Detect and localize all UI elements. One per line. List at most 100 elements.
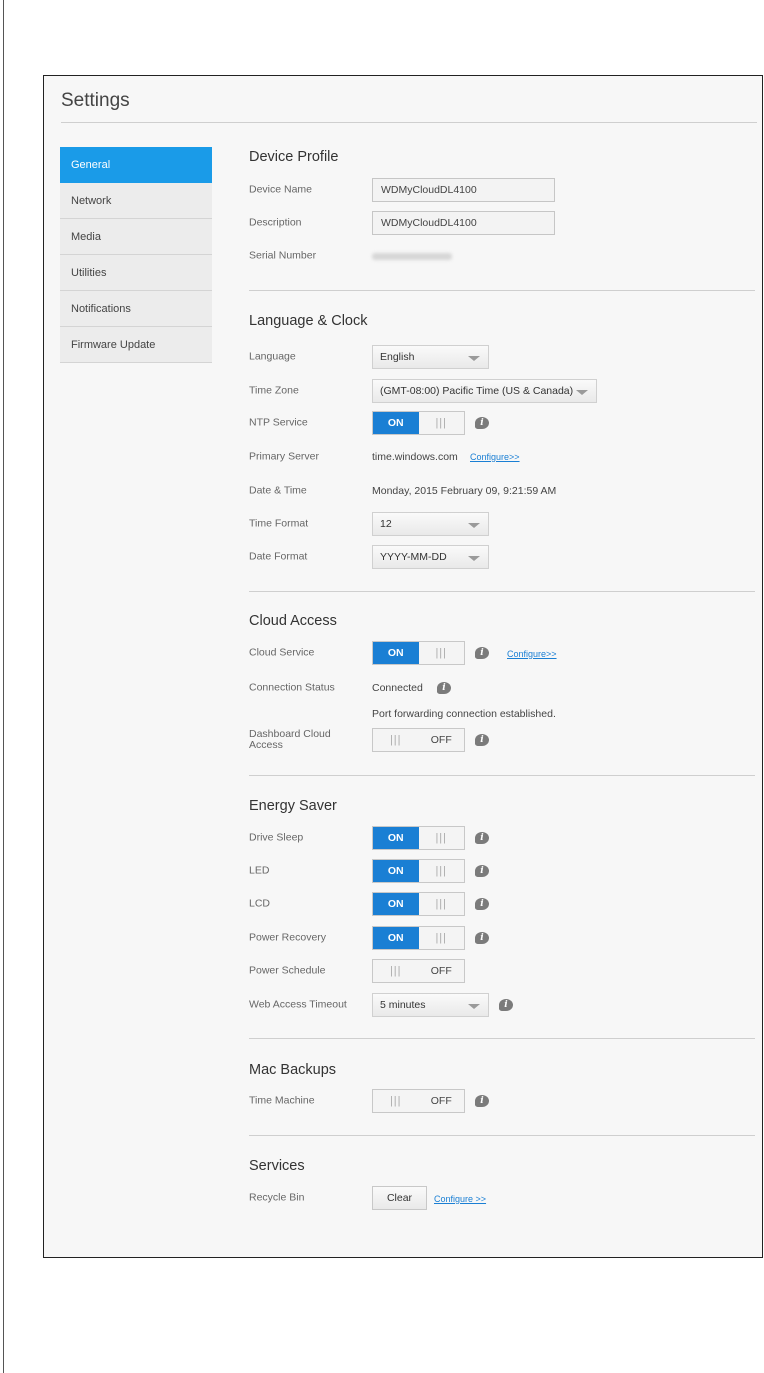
section-divider bbox=[249, 290, 755, 291]
lcd-row: LCD ON ||| i bbox=[249, 892, 755, 916]
info-icon[interactable]: i bbox=[475, 647, 489, 659]
time-format-label: Time Format bbox=[249, 517, 309, 530]
serial-number-redacted bbox=[372, 253, 452, 260]
chevron-down-icon bbox=[576, 390, 588, 395]
sidebar-item-general[interactable]: General bbox=[60, 147, 212, 183]
time-format-value: 12 bbox=[380, 518, 392, 530]
cloud-service-configure-link[interactable]: Configure>> bbox=[507, 649, 557, 659]
date-format-select[interactable]: YYYY-MM-DD bbox=[372, 545, 489, 569]
section-title-mac-backups: Mac Backups bbox=[249, 1062, 337, 1078]
connection-status-value: Connected bbox=[372, 682, 423, 694]
toggle-off-label: OFF bbox=[418, 1090, 464, 1112]
date-format-value: YYYY-MM-DD bbox=[380, 551, 447, 563]
language-select[interactable]: English bbox=[372, 345, 489, 369]
info-icon[interactable]: i bbox=[475, 832, 489, 844]
language-value: English bbox=[380, 351, 415, 363]
drive-sleep-toggle[interactable]: ON ||| bbox=[372, 826, 465, 850]
lcd-label: LCD bbox=[249, 897, 271, 910]
time-zone-label: Time Zone bbox=[249, 384, 299, 397]
sidebar-item-notifications[interactable]: Notifications bbox=[60, 291, 212, 327]
date-format-label: Date Format bbox=[249, 550, 308, 563]
primary-server-value: time.windows.com bbox=[372, 451, 458, 463]
sidebar: General Network Media Utilities Notifica… bbox=[60, 147, 212, 363]
lcd-toggle[interactable]: ON ||| bbox=[372, 892, 465, 916]
grip-icon: ||| bbox=[418, 642, 464, 664]
web-access-timeout-label: Web Access Timeout bbox=[249, 998, 347, 1011]
power-recovery-toggle[interactable]: ON ||| bbox=[372, 926, 465, 950]
device-name-input[interactable] bbox=[372, 178, 555, 202]
language-row: Language English bbox=[249, 345, 755, 369]
section-title-cloud-access: Cloud Access bbox=[249, 613, 337, 629]
led-row: LED ON ||| i bbox=[249, 859, 755, 883]
time-machine-toggle[interactable]: ||| OFF bbox=[372, 1089, 465, 1113]
chevron-down-icon bbox=[468, 1004, 480, 1009]
date-time-label: Date & Time bbox=[249, 484, 307, 497]
serial-number-label: Serial Number bbox=[249, 249, 317, 262]
cloud-service-row: Cloud Service ON ||| i Configure>> bbox=[249, 641, 755, 665]
sidebar-item-media[interactable]: Media bbox=[60, 219, 212, 255]
section-divider bbox=[249, 1135, 755, 1136]
sidebar-item-utilities[interactable]: Utilities bbox=[60, 255, 212, 291]
port-forwarding-status: Port forwarding connection established. bbox=[372, 708, 556, 720]
toggle-on-label: ON bbox=[373, 893, 419, 915]
time-zone-select[interactable]: (GMT-08:00) Pacific Time (US & Canada) bbox=[372, 379, 597, 403]
connection-status-label: Connection Status bbox=[249, 681, 335, 694]
date-format-row: Date Format YYYY-MM-DD bbox=[249, 545, 755, 569]
description-label: Description bbox=[249, 216, 302, 229]
info-icon[interactable]: i bbox=[475, 932, 489, 944]
power-recovery-row: Power Recovery ON ||| i bbox=[249, 926, 755, 950]
ntp-service-row: NTP Service ON ||| i bbox=[249, 411, 755, 435]
power-schedule-toggle[interactable]: ||| OFF bbox=[372, 959, 465, 983]
section-title-energy-saver: Energy Saver bbox=[249, 798, 337, 814]
info-icon[interactable]: i bbox=[475, 734, 489, 746]
info-icon[interactable]: i bbox=[475, 865, 489, 877]
info-icon[interactable]: i bbox=[437, 682, 451, 694]
cloud-service-toggle[interactable]: ON ||| bbox=[372, 641, 465, 665]
toggle-on-label: ON bbox=[373, 860, 419, 882]
sidebar-item-network[interactable]: Network bbox=[60, 183, 212, 219]
grip-icon: ||| bbox=[373, 960, 419, 982]
grip-icon: ||| bbox=[418, 827, 464, 849]
sidebar-item-firmware-update[interactable]: Firmware Update bbox=[60, 327, 212, 363]
power-schedule-label: Power Schedule bbox=[249, 964, 326, 977]
toggle-on-label: ON bbox=[373, 927, 419, 949]
port-forwarding-row: Port forwarding connection established. bbox=[249, 702, 755, 726]
page-edge-rule bbox=[3, 0, 4, 1373]
recycle-bin-configure-link[interactable]: Configure >> bbox=[434, 1194, 486, 1204]
page-title: Settings bbox=[61, 90, 130, 111]
primary-server-configure-link[interactable]: Configure>> bbox=[470, 452, 520, 462]
time-machine-row: Time Machine ||| OFF i bbox=[249, 1089, 755, 1113]
description-input[interactable] bbox=[372, 211, 555, 235]
time-zone-value: (GMT-08:00) Pacific Time (US & Canada) bbox=[380, 385, 574, 397]
web-access-timeout-select[interactable]: 5 minutes bbox=[372, 993, 489, 1017]
device-name-label: Device Name bbox=[249, 183, 313, 196]
time-zone-row: Time Zone (GMT-08:00) Pacific Time (US &… bbox=[249, 379, 755, 403]
device-name-row: Device Name bbox=[249, 178, 755, 202]
dashboard-cloud-access-label: Dashboard Cloud Access bbox=[249, 728, 331, 751]
primary-server-row: Primary Server time.windows.com Configur… bbox=[249, 445, 755, 469]
dashboard-cloud-access-toggle[interactable]: ||| OFF bbox=[372, 728, 465, 752]
toggle-on-label: ON bbox=[373, 412, 419, 434]
info-icon[interactable]: i bbox=[475, 898, 489, 910]
power-recovery-label: Power Recovery bbox=[249, 931, 327, 944]
section-divider bbox=[249, 1038, 755, 1039]
power-schedule-row: Power Schedule ||| OFF bbox=[249, 959, 755, 983]
info-icon[interactable]: i bbox=[475, 417, 489, 429]
led-toggle[interactable]: ON ||| bbox=[372, 859, 465, 883]
time-format-select[interactable]: 12 bbox=[372, 512, 489, 536]
grip-icon: ||| bbox=[373, 729, 419, 751]
chevron-down-icon bbox=[468, 523, 480, 528]
ntp-service-toggle[interactable]: ON ||| bbox=[372, 411, 465, 435]
section-title-services: Services bbox=[249, 1158, 305, 1174]
info-icon[interactable]: i bbox=[475, 1095, 489, 1107]
recycle-bin-row: Recycle Bin Clear Configure >> bbox=[249, 1186, 755, 1210]
web-access-timeout-value: 5 minutes bbox=[380, 999, 426, 1011]
web-access-timeout-row: Web Access Timeout 5 minutes i bbox=[249, 993, 755, 1017]
dashboard-cloud-access-row: Dashboard Cloud Access ||| OFF i bbox=[249, 728, 755, 752]
info-icon[interactable]: i bbox=[499, 999, 513, 1011]
toggle-on-label: ON bbox=[373, 827, 419, 849]
drive-sleep-row: Drive Sleep ON ||| i bbox=[249, 826, 755, 850]
led-label: LED bbox=[249, 864, 270, 877]
clear-button[interactable]: Clear bbox=[372, 1186, 427, 1210]
serial-number-row: Serial Number bbox=[249, 244, 755, 268]
